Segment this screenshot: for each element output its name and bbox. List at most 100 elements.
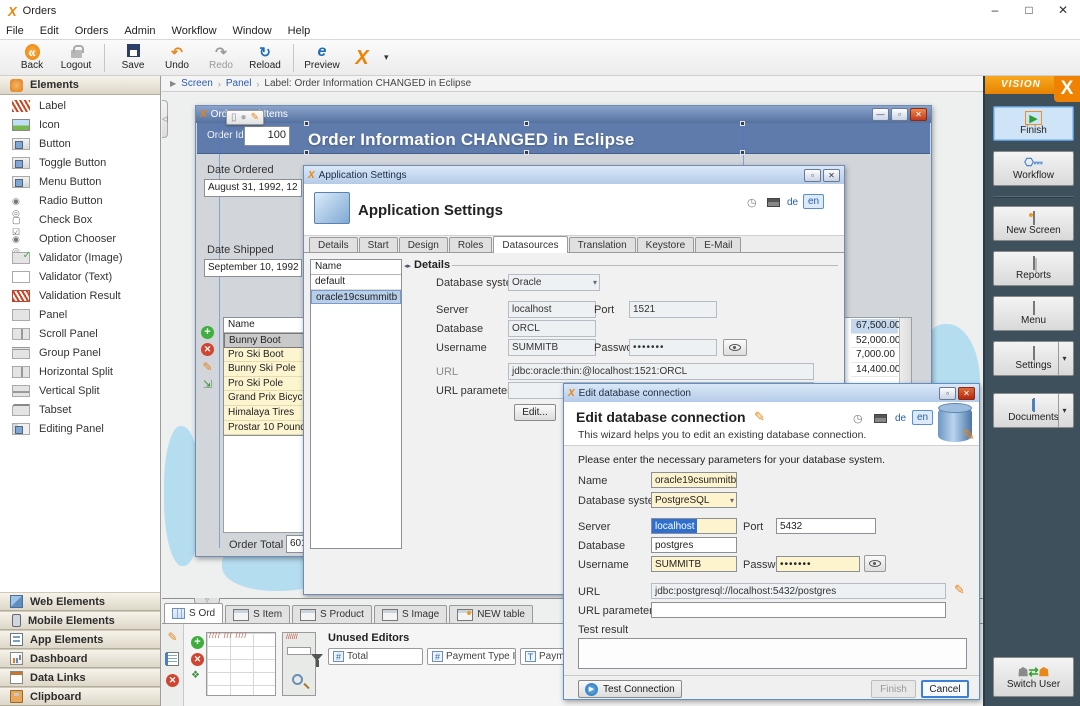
element-validator-image[interactable]: Validator (Image) (0, 248, 160, 267)
element-check-box[interactable]: Check Box (0, 210, 160, 229)
export-icon[interactable]: ⇲ (203, 378, 212, 391)
order-info-label[interactable]: Order Information CHANGED in Eclipse (308, 130, 634, 150)
editor-chip-total[interactable]: # Total (328, 648, 423, 665)
selection-handle[interactable] (524, 121, 529, 126)
port-field[interactable]: 5432 (776, 518, 876, 534)
edit-url-pencil-icon[interactable]: ✎ (954, 582, 965, 598)
section-data-links[interactable]: Data Links (0, 668, 160, 687)
order-id-field[interactable]: 100 (244, 126, 290, 146)
sidebar-collapse-handle[interactable]: ◁ (162, 100, 168, 138)
tab-design[interactable]: Design (399, 237, 448, 252)
search-panel-widget[interactable] (282, 632, 316, 696)
finish-button[interactable]: ▶ Finish (993, 106, 1074, 141)
preview-button[interactable]: e Preview (300, 41, 344, 75)
reports-button[interactable]: Reports (993, 251, 1074, 286)
element-vertical-split[interactable]: Vertical Split (0, 381, 160, 400)
reload-button[interactable]: ↻ Reload (243, 41, 287, 75)
language-de[interactable]: de (787, 197, 798, 208)
splitter-handle[interactable]: ◂▸ (404, 262, 411, 270)
server-field[interactable]: localhost (508, 301, 596, 318)
new-screen-button[interactable]: New Screen (993, 206, 1074, 241)
url-parameter-field[interactable] (651, 602, 946, 618)
chevron-down-icon[interactable]: ▾ (1058, 394, 1070, 427)
language-de[interactable]: de (895, 413, 906, 424)
element-validation-result[interactable]: Validation Result (0, 286, 160, 305)
selection-handle[interactable] (740, 150, 745, 155)
tab-s-product[interactable]: S Product (292, 605, 372, 623)
add-icon[interactable]: + (191, 636, 204, 649)
minimize-button[interactable]: — (872, 108, 889, 121)
menu-window[interactable]: Window (233, 25, 272, 37)
language-en[interactable]: en (803, 194, 824, 209)
documents-button[interactable]: Documents ▾ (993, 393, 1074, 428)
list-item[interactable]: default (311, 275, 401, 290)
filter-funnel-icon[interactable] (311, 654, 323, 661)
tag-icon[interactable]: ❖ (191, 670, 204, 681)
switch-user-button[interactable]: ☗⇄☗ Switch User (993, 657, 1074, 697)
element-radio-button[interactable]: Radio Button (0, 191, 160, 210)
settings-button[interactable]: Settings ▾ (993, 341, 1074, 376)
section-mobile-elements[interactable]: Mobile Elements (0, 611, 160, 630)
amount-cell[interactable]: 52,000.00 (851, 334, 898, 349)
edit-row-icon[interactable]: ✎ (202, 360, 212, 374)
tab-s-image[interactable]: S Image (374, 605, 447, 623)
password-field[interactable]: ••••••• (776, 556, 860, 572)
tab-start[interactable]: Start (359, 237, 398, 252)
section-app-elements[interactable]: App Elements (0, 630, 160, 649)
breadcrumb-panel[interactable]: Panel (226, 78, 252, 89)
close-icon[interactable]: ✕ (958, 387, 975, 400)
elements-header[interactable]: Elements (0, 76, 160, 95)
element-editing-panel[interactable]: Editing Panel (0, 419, 160, 438)
breadcrumb-screen[interactable]: Screen (181, 78, 213, 89)
editor-chip-payment[interactable]: T Paymen (520, 648, 568, 665)
element-tabset[interactable]: Tabset (0, 400, 160, 419)
editor-chip-payment-type[interactable]: # Payment Type Id ▾ (427, 648, 516, 665)
url-field[interactable]: jdbc:oracle:thin:@localhost:1521:ORCL (508, 363, 814, 380)
port-field[interactable]: 1521 (629, 301, 717, 318)
tab-email[interactable]: E-Mail (695, 237, 741, 252)
edit-datasource-button[interactable]: Edit... (514, 404, 556, 421)
amount-cell[interactable]: 67,500.00 (851, 319, 898, 334)
minimize-button[interactable]: ▫ (939, 387, 956, 400)
tab-keystore[interactable]: Keystore (637, 237, 694, 252)
amount-cell[interactable]: 7,000.00 (851, 348, 898, 363)
date-shipped-field[interactable]: September 10, 1992 (204, 259, 302, 277)
undo-button[interactable]: ↶ Undo (155, 41, 199, 75)
cancel-button[interactable]: Cancel (921, 680, 969, 698)
element-group-panel[interactable]: Group Panel (0, 343, 160, 362)
element-icon[interactable]: Icon (0, 115, 160, 134)
name-field[interactable]: oracle19csummitb (651, 472, 737, 488)
language-en[interactable]: en (912, 410, 933, 425)
close-button[interactable]: ✕ (1046, 0, 1080, 22)
tab-s-ord[interactable]: S Ord (164, 603, 223, 623)
maximize-button[interactable]: ▫ (891, 108, 908, 121)
tab-new-table[interactable]: NEW table (449, 605, 533, 623)
delete-icon[interactable]: ✕ (191, 653, 204, 666)
save-button[interactable]: Save (111, 41, 155, 75)
tab-datasources[interactable]: Datasources (493, 236, 567, 253)
close-icon[interactable]: ✕ (823, 169, 840, 182)
pencil-icon[interactable]: ✎ (167, 630, 177, 644)
flag-icon[interactable] (767, 198, 780, 207)
delete-row-icon[interactable]: ✕ (201, 343, 214, 356)
redo-button[interactable]: ↷ Redo (199, 41, 243, 75)
selection-handle[interactable] (740, 121, 745, 126)
menu-file[interactable]: File (6, 25, 24, 37)
database-system-combo[interactable]: PostgreSQL ▾ (651, 492, 737, 508)
notebook-icon[interactable] (166, 652, 179, 666)
back-button[interactable]: « Back (10, 41, 54, 75)
database-system-combo[interactable]: Oracle ▾ (508, 274, 600, 291)
circle-icon[interactable]: ● (241, 112, 247, 123)
database-field[interactable]: postgres (651, 537, 737, 553)
element-horizontal-split[interactable]: Horizontal Split (0, 362, 160, 381)
remove-icon[interactable]: ✕ (166, 674, 179, 687)
element-validator-text[interactable]: Validator (Text) (0, 267, 160, 286)
amount-cell[interactable]: 14,400.00 (851, 363, 898, 378)
element-menu-button[interactable]: Menu Button (0, 172, 160, 191)
trash-icon[interactable]: ▯ (231, 112, 237, 123)
selection-handle[interactable] (524, 150, 529, 155)
server-field[interactable]: localhost (651, 518, 737, 534)
tab-translation[interactable]: Translation (569, 237, 636, 252)
show-password-button[interactable] (723, 339, 747, 356)
element-button[interactable]: Button (0, 134, 160, 153)
